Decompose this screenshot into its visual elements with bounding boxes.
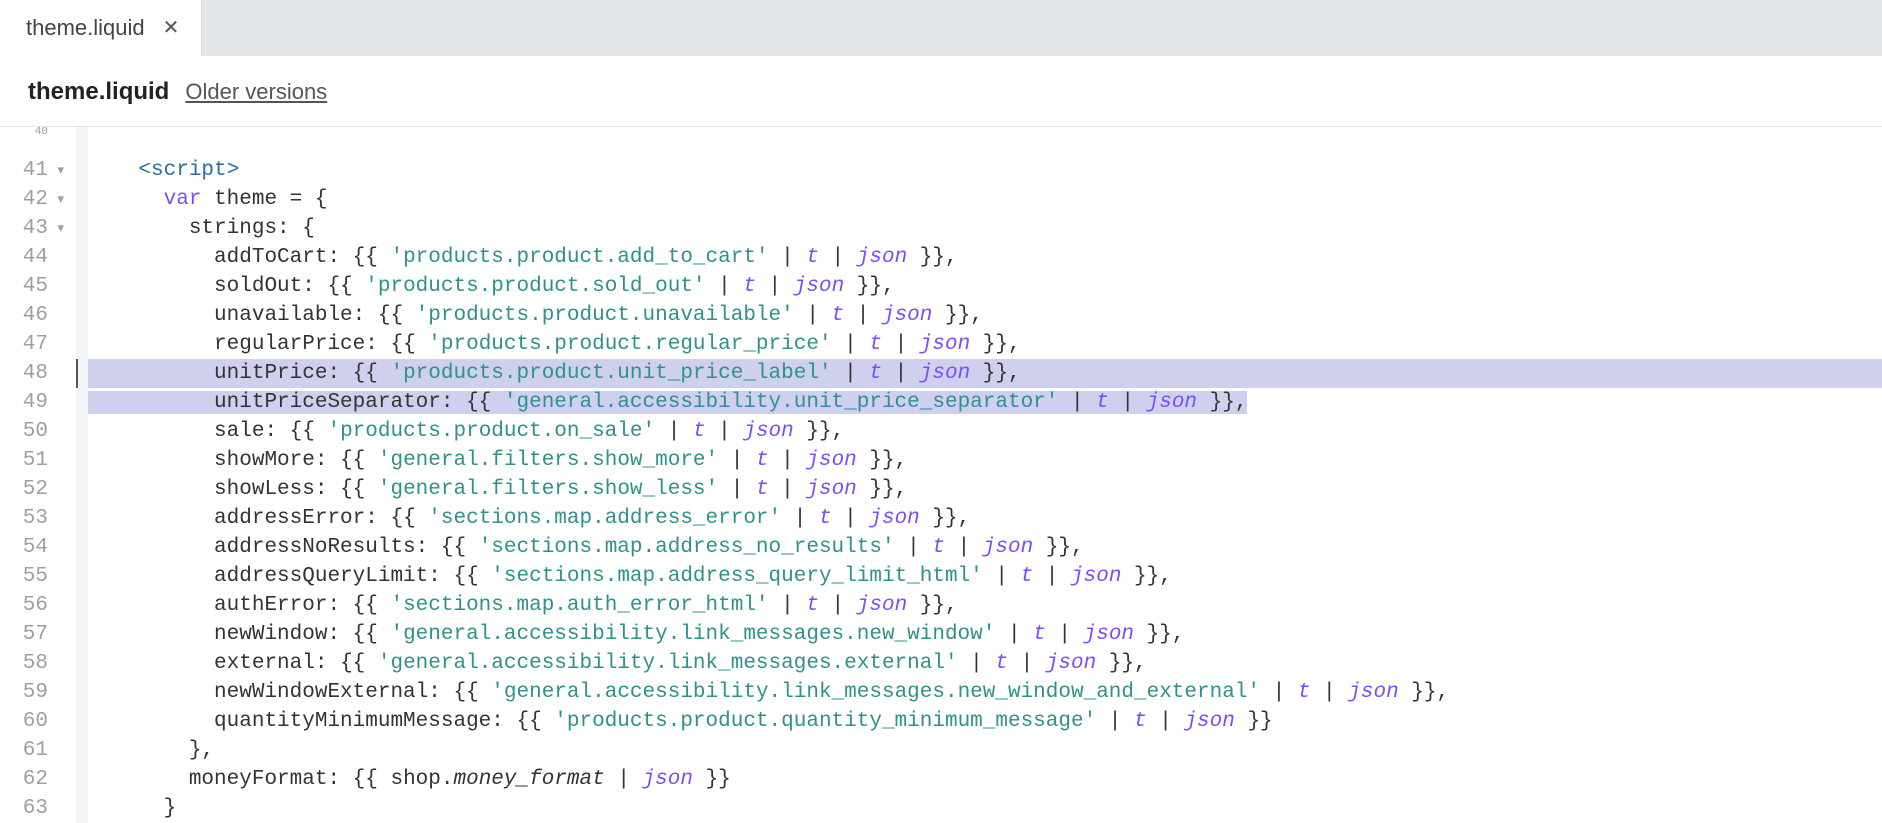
line-number: 47 [0,330,50,359]
line-number: 61 [0,736,50,765]
breakpoint-column [76,127,88,823]
code-line[interactable]: addToCart: {{ 'products.product.add_to_c… [88,243,1882,272]
code-line[interactable]: regularPrice: {{ 'products.product.regul… [88,330,1882,359]
close-icon[interactable]: ✕ [159,16,184,40]
older-versions-link[interactable]: Older versions [185,79,327,105]
code-line[interactable]: showMore: {{ 'general.filters.show_more'… [88,446,1882,475]
code-editor[interactable]: 4041424344454647484950515253545556575859… [0,127,1882,823]
code-line[interactable]: showLess: {{ 'general.filters.show_less'… [88,475,1882,504]
line-number-gutter: 4041424344454647484950515253545556575859… [0,127,56,823]
code-line[interactable]: sale: {{ 'products.product.on_sale' | t … [88,417,1882,446]
line-number: 40 [0,127,50,156]
code-line[interactable] [88,127,1882,156]
code-line[interactable]: var theme = { [88,185,1882,214]
line-number: 63 [0,794,50,823]
line-number: 41 [0,156,50,185]
code-line[interactable]: authError: {{ 'sections.map.auth_error_h… [88,591,1882,620]
line-number: 52 [0,475,50,504]
code-line[interactable]: addressNoResults: {{ 'sections.map.addre… [88,533,1882,562]
line-number: 43 [0,214,50,243]
line-number: 50 [0,417,50,446]
line-number: 60 [0,707,50,736]
code-line[interactable]: unavailable: {{ 'products.product.unavai… [88,301,1882,330]
line-number: 62 [0,765,50,794]
code-line[interactable]: } [88,794,1882,823]
line-number: 48 [0,359,50,388]
code-line[interactable]: <script> [88,156,1882,185]
code-line[interactable]: addressQueryLimit: {{ 'sections.map.addr… [88,562,1882,591]
line-number: 45 [0,272,50,301]
tab-theme-liquid[interactable]: theme.liquid ✕ [0,0,202,56]
code-line[interactable]: strings: { [88,214,1882,243]
code-line[interactable]: addressError: {{ 'sections.map.address_e… [88,504,1882,533]
tab-label: theme.liquid [26,15,145,41]
code-line[interactable]: moneyFormat: {{ shop.money_format | json… [88,765,1882,794]
code-line[interactable]: }, [88,736,1882,765]
code-line[interactable]: quantityMinimumMessage: {{ 'products.pro… [88,707,1882,736]
line-number: 55 [0,562,50,591]
line-number: 57 [0,620,50,649]
line-number: 59 [0,678,50,707]
line-number: 51 [0,446,50,475]
line-number: 53 [0,504,50,533]
code-line[interactable]: newWindowExternal: {{ 'general.accessibi… [88,678,1882,707]
line-number: 54 [0,533,50,562]
line-number: 42 [0,185,50,214]
code-line[interactable]: external: {{ 'general.accessibility.link… [88,649,1882,678]
line-number: 49 [0,388,50,417]
code-line[interactable]: unitPrice: {{ 'products.product.unit_pri… [88,359,1882,388]
code-line[interactable]: newWindow: {{ 'general.accessibility.lin… [88,620,1882,649]
line-number: 46 [0,301,50,330]
code-line[interactable]: unitPriceSeparator: {{ 'general.accessib… [88,388,1882,417]
line-number: 56 [0,591,50,620]
code-line[interactable]: soldOut: {{ 'products.product.sold_out' … [88,272,1882,301]
code-content[interactable]: <script> var theme = { strings: { addToC… [88,127,1882,823]
line-number: 44 [0,243,50,272]
file-subheader: theme.liquid Older versions [0,56,1882,127]
line-number: 58 [0,649,50,678]
file-title: theme.liquid [28,78,169,106]
tab-bar: theme.liquid ✕ [0,0,1882,56]
